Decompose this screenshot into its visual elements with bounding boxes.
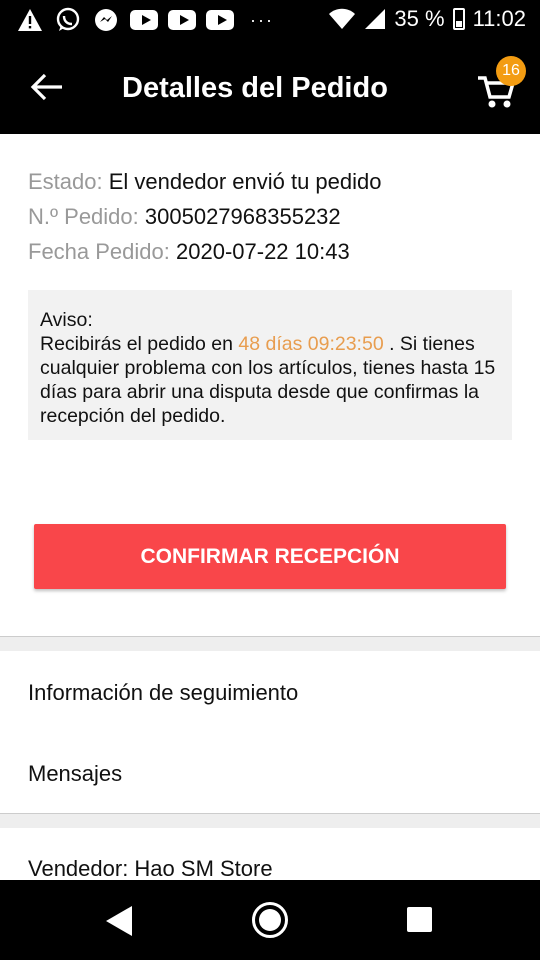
signal-icon: [365, 9, 386, 29]
app-bar: Detalles del Pedido 16: [0, 42, 540, 134]
status-label: Estado:: [28, 169, 103, 194]
notice-countdown: 48 días 09:23:50: [238, 333, 384, 355]
notice-heading: Aviso:: [40, 309, 93, 331]
cart-badge: 16: [496, 56, 526, 86]
overflow-dots: ···: [250, 9, 274, 30]
battery-icon: [452, 8, 465, 30]
nav-recents-icon[interactable]: [407, 907, 432, 932]
order-number-value: 3005027968355232: [144, 204, 341, 229]
order-date-value: 2020-07-22 10:43: [176, 239, 350, 264]
order-number-label: N.º Pedido:: [28, 204, 139, 229]
battery-percent: 35 %: [394, 6, 445, 31]
order-status-row: Estado: El vendedor envió tu pedido: [28, 164, 382, 199]
nav-home-icon[interactable]: [252, 902, 288, 938]
whatsapp-icon: [54, 7, 82, 32]
status-bar: ··· 35 % 11:02: [0, 0, 540, 42]
youtube-icon: [130, 8, 158, 32]
page-title: Detalles del Pedido: [122, 72, 388, 104]
order-date-label: Fecha Pedido:: [28, 239, 170, 264]
back-arrow-icon[interactable]: [30, 70, 64, 104]
notice-text-before: Recibirás el pedido en: [40, 333, 239, 355]
system-nav-bar: [0, 880, 540, 960]
section-divider: [0, 813, 540, 828]
seller-item[interactable]: Vendedor: Hao SM Store: [28, 856, 273, 880]
order-details: Estado: El vendedor envió tu pedido N.º …: [0, 134, 540, 880]
wifi-icon: [329, 8, 356, 29]
notice-box: Aviso: Recibirás el pedido en 48 días 09…: [28, 290, 512, 440]
order-number-row: N.º Pedido: 3005027968355232: [28, 199, 382, 234]
order-info: Estado: El vendedor envió tu pedido N.º …: [28, 164, 382, 269]
status-value: El vendedor envió tu pedido: [108, 169, 382, 194]
tracking-info-item[interactable]: Información de seguimiento: [28, 680, 298, 706]
clock: 11:02: [472, 6, 526, 31]
section-divider: [0, 636, 540, 651]
notice-text: Recibirás el pedido en 48 días 09:23:50 …: [40, 332, 500, 428]
nav-back-icon[interactable]: [106, 906, 132, 936]
messages-item[interactable]: Mensajes: [28, 761, 122, 787]
confirm-receipt-button[interactable]: CONFIRMAR RECEPCIÓN: [34, 524, 506, 589]
order-date-row: Fecha Pedido: 2020-07-22 10:43: [28, 234, 382, 269]
warning-icon: [16, 8, 44, 32]
messenger-icon: [92, 8, 120, 32]
youtube-icon: [206, 8, 234, 32]
youtube-icon: [168, 8, 196, 32]
